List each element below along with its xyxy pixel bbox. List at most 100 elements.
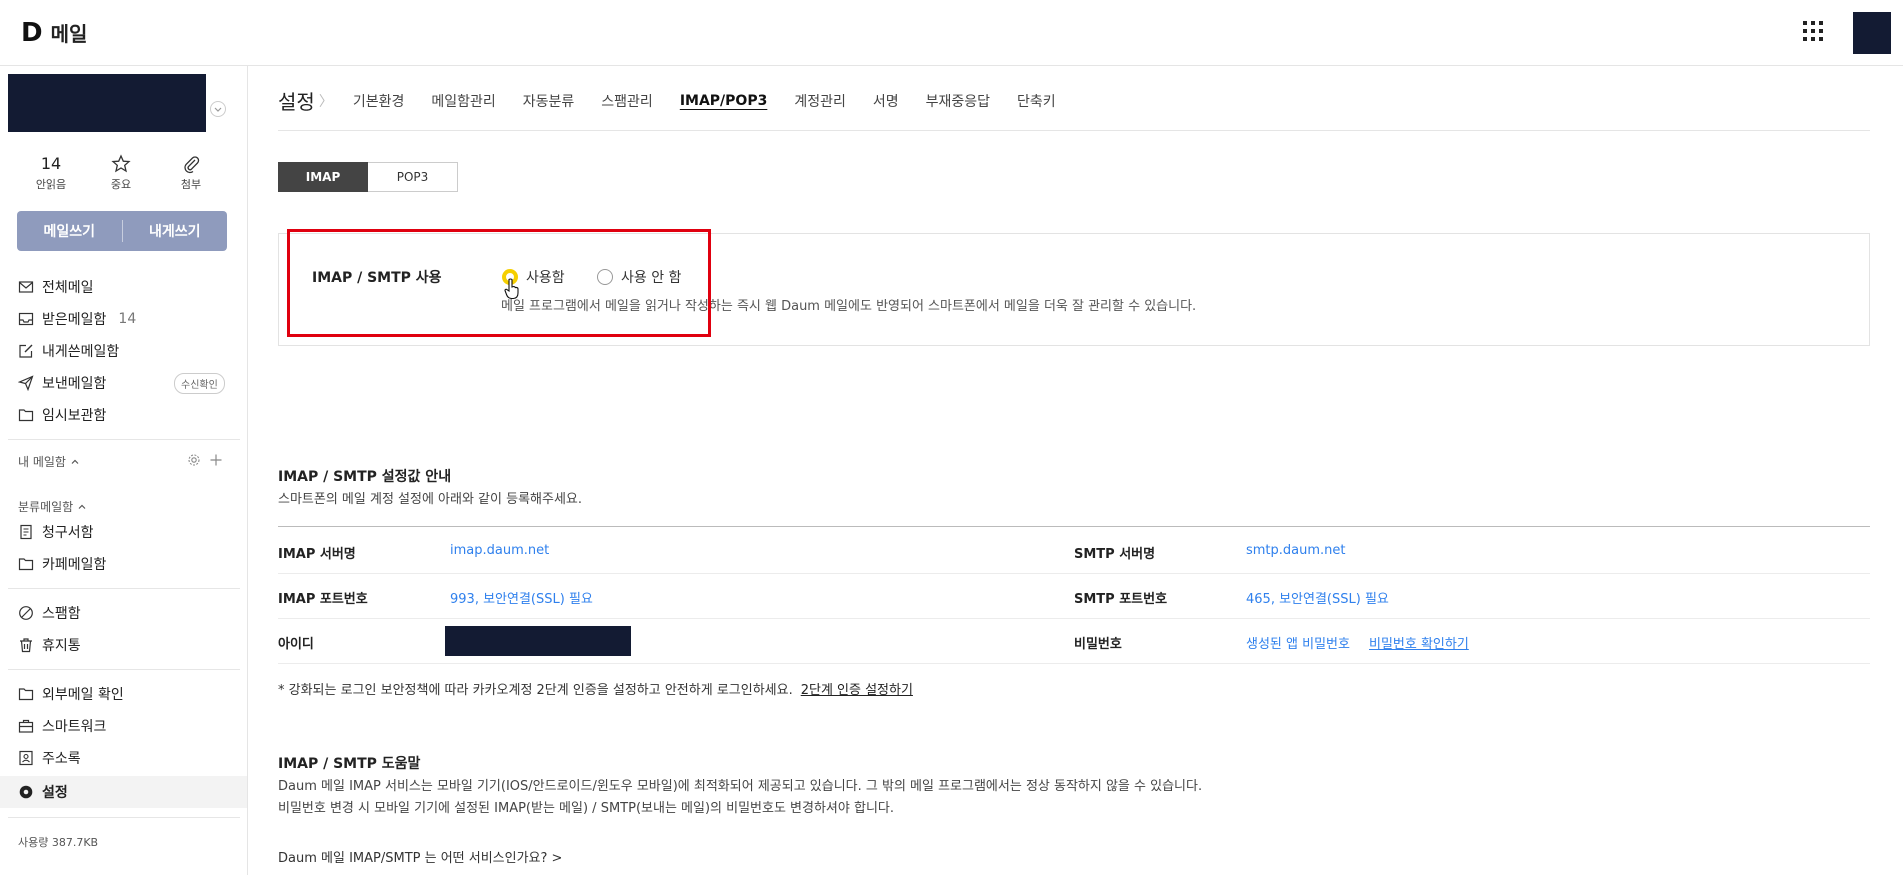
- quick-unread[interactable]: 14 안읽음: [16, 154, 86, 192]
- sidebar-item-contacts[interactable]: 주소록: [18, 748, 81, 768]
- trash-icon: [18, 637, 34, 653]
- protocol-toggle: IMAP POP3: [278, 162, 458, 192]
- tab-imap-pop3[interactable]: IMAP/POP3: [680, 93, 768, 109]
- row-divider: [278, 663, 1870, 664]
- id-value-redacted: [445, 626, 631, 656]
- quick-label: 중요: [110, 178, 132, 191]
- gear-icon: [18, 784, 34, 800]
- sidebar-item-to-me[interactable]: 내게쓴메일함: [18, 341, 119, 361]
- password-value: 생성된 앱 비밀번호: [1246, 637, 1350, 652]
- tab-signature[interactable]: 서명: [873, 91, 899, 111]
- paperclip-icon: [181, 154, 201, 174]
- faq-link[interactable]: Daum 메일 IMAP/SMTP 는 어떤 서비스인가요? >: [278, 847, 562, 866]
- security-note: * 강화되는 로그인 보안정책에 따라 카카오계정 2단계 인증을 설정하고 안…: [278, 679, 913, 698]
- logo-letter: D: [21, 17, 43, 48]
- smtp-server-label: SMTP 서버명: [1074, 547, 1156, 562]
- tab-basic[interactable]: 기본환경: [353, 91, 405, 111]
- sidebar-item-all-mail[interactable]: 전체메일: [18, 277, 94, 297]
- divider: [8, 669, 240, 670]
- help-title: IMAP / SMTP 도움말: [278, 756, 421, 772]
- tab-auto-reply[interactable]: 부재중응답: [926, 91, 990, 111]
- sidebar-item-label: 내게쓴메일함: [42, 344, 120, 360]
- unread-count: 14: [40, 154, 62, 173]
- logo[interactable]: D 메일: [21, 18, 87, 47]
- apps-grid-icon[interactable]: [1803, 21, 1823, 41]
- compose-bar: 메일쓰기 내게쓰기: [17, 211, 227, 251]
- edit-icon: [18, 343, 34, 359]
- chevron-right-icon: 〉: [318, 93, 333, 110]
- tab-spam[interactable]: 스팸관리: [601, 91, 653, 111]
- imap-port-value: 993, 보안연결(SSL) 필요: [450, 592, 593, 607]
- divider: [8, 439, 240, 440]
- inbox-icon: [18, 311, 34, 327]
- section-label: 내 메일함: [18, 455, 66, 469]
- tab-accounts[interactable]: 계정관리: [794, 91, 846, 111]
- sidebar-item-trash[interactable]: 휴지통: [18, 635, 81, 655]
- sidebar-item-cafe[interactable]: 카페메일함: [18, 554, 106, 574]
- tab-filters[interactable]: 자동분류: [523, 91, 575, 111]
- folder-tools: [187, 453, 223, 467]
- sidebar-item-settings[interactable]: 설정: [18, 782, 68, 802]
- tab-shortcuts[interactable]: 단축키: [1017, 91, 1056, 111]
- sidebar-item-sent[interactable]: 보낸메일함: [18, 373, 106, 393]
- quick-label: 첨부: [180, 178, 202, 191]
- my-folders-toggle[interactable]: 내 메일함: [18, 453, 80, 470]
- divider: [8, 817, 240, 818]
- block-icon: [18, 605, 34, 621]
- divider: [278, 130, 1870, 131]
- read-receipt-button[interactable]: 수신확인: [174, 373, 225, 394]
- sidebar-item-label: 설정: [42, 785, 68, 801]
- top-bar: D 메일: [0, 0, 1903, 66]
- folder-icon: [18, 556, 34, 572]
- chevron-down-icon[interactable]: [210, 101, 226, 117]
- check-password-link[interactable]: 비밀번호 확인하기: [1369, 633, 1469, 652]
- receipt-icon: [18, 524, 34, 540]
- security-note-text: * 강화되는 로그인 보안정책에 따라 카카오계정 2단계 인증을 설정하고 안…: [278, 683, 793, 698]
- storage-usage: 사용량 387.7KB: [18, 836, 99, 849]
- write-to-self-button[interactable]: 내게쓰기: [123, 221, 228, 241]
- main-content: 설정 〉 기본환경 메일함관리 자동분류 스팸관리 IMAP/POP3 계정관리…: [248, 66, 1903, 875]
- sidebar-item-label: 전체메일: [42, 280, 94, 296]
- sidebar-item-smartwork[interactable]: 스마트워크: [18, 716, 106, 736]
- divider: [8, 588, 240, 589]
- compose-button[interactable]: 메일쓰기: [17, 221, 122, 241]
- profile-block[interactable]: [8, 74, 206, 132]
- sidebar-item-bills[interactable]: 청구서함: [18, 522, 94, 542]
- two-factor-link[interactable]: 2단계 인증 설정하기: [801, 683, 913, 698]
- inbox-count: 14: [118, 311, 137, 327]
- row-divider: [278, 618, 1870, 619]
- pop3-toggle-button[interactable]: POP3: [368, 162, 458, 192]
- sidebar-item-label: 카페메일함: [42, 557, 107, 573]
- settings-tabs: 설정 〉 기본환경 메일함관리 자동분류 스팸관리 IMAP/POP3 계정관리…: [278, 86, 1083, 115]
- highlight-box: [287, 229, 711, 337]
- guide-subtitle: 스마트폰의 메일 계정 설정에 아래와 같이 등록해주세요.: [278, 492, 583, 507]
- categories-toggle[interactable]: 분류메일함: [18, 498, 87, 515]
- guide-title: IMAP / SMTP 설정값 안내: [278, 469, 452, 485]
- avatar[interactable]: [1853, 12, 1891, 54]
- plus-icon[interactable]: [209, 453, 223, 467]
- row-divider: [278, 573, 1870, 574]
- tab-folders[interactable]: 메일함관리: [431, 91, 495, 111]
- smtp-port-value: 465, 보안연결(SSL) 필요: [1246, 592, 1389, 607]
- sidebar-item-label: 스팸함: [42, 606, 81, 622]
- folder-icon: [18, 407, 34, 423]
- id-label: 아이디: [278, 637, 314, 652]
- section-label: 분류메일함: [18, 500, 74, 514]
- star-icon: [111, 154, 131, 174]
- chevron-up-icon: [77, 502, 87, 512]
- sidebar-item-label: 휴지통: [42, 638, 81, 654]
- smtp-server-value: smtp.daum.net: [1246, 543, 1346, 558]
- sidebar-item-spam[interactable]: 스팸함: [18, 603, 81, 623]
- gear-icon[interactable]: [187, 453, 201, 467]
- imap-port-label: IMAP 포트번호: [278, 592, 368, 607]
- sidebar-item-inbox[interactable]: 받은메일함 14: [18, 309, 136, 329]
- envelope-icon: [18, 279, 34, 295]
- imap-toggle-button[interactable]: IMAP: [278, 162, 368, 192]
- imap-server-value: imap.daum.net: [450, 543, 550, 558]
- quick-attachment[interactable]: 첨부: [156, 154, 226, 192]
- sidebar-item-label: 청구서함: [42, 525, 94, 541]
- quick-starred[interactable]: 중요: [86, 154, 156, 192]
- send-icon: [18, 375, 34, 391]
- sidebar-item-drafts[interactable]: 임시보관함: [18, 405, 106, 425]
- sidebar-item-external[interactable]: 외부메일 확인: [18, 684, 124, 704]
